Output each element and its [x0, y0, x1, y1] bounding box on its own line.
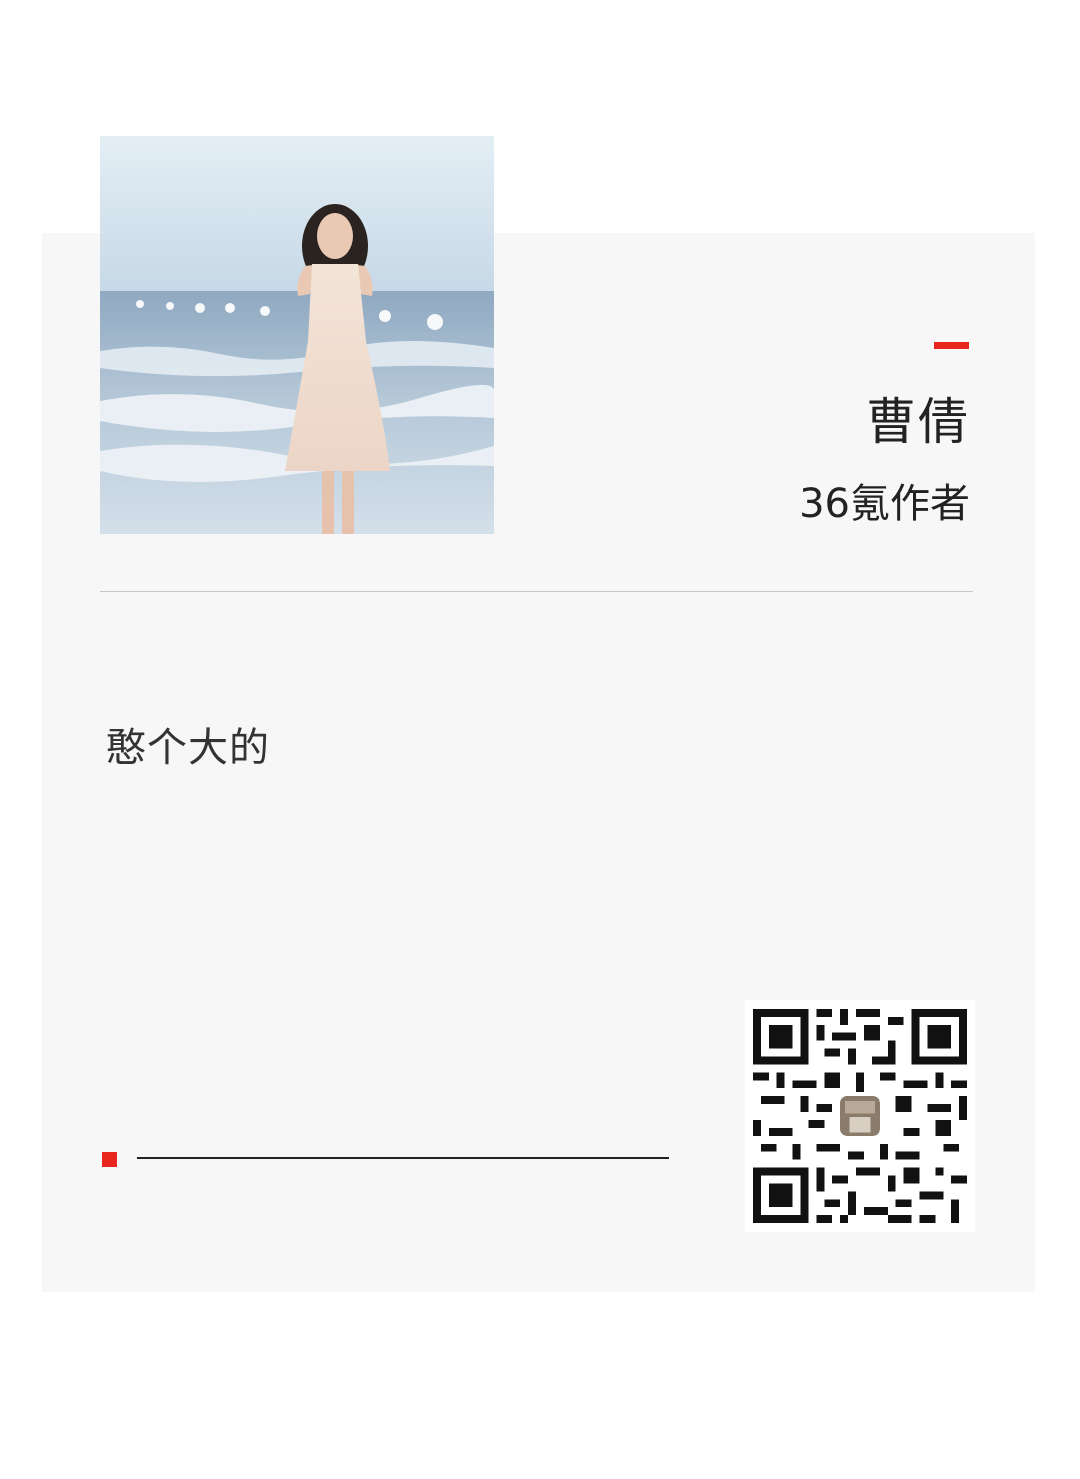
accent-bar [934, 342, 969, 349]
divider [100, 591, 973, 592]
author-photo [100, 136, 494, 534]
accent-square [102, 1152, 117, 1167]
author-bio: 憨个大的 [106, 725, 270, 771]
decorative-line [137, 1157, 669, 1159]
qr-code-icon [745, 1001, 975, 1231]
author-photo-image [100, 136, 494, 534]
author-role: 36氪作者 [799, 481, 970, 527]
author-name: 曹倩 [866, 393, 970, 451]
qr-code[interactable] [745, 1000, 975, 1232]
